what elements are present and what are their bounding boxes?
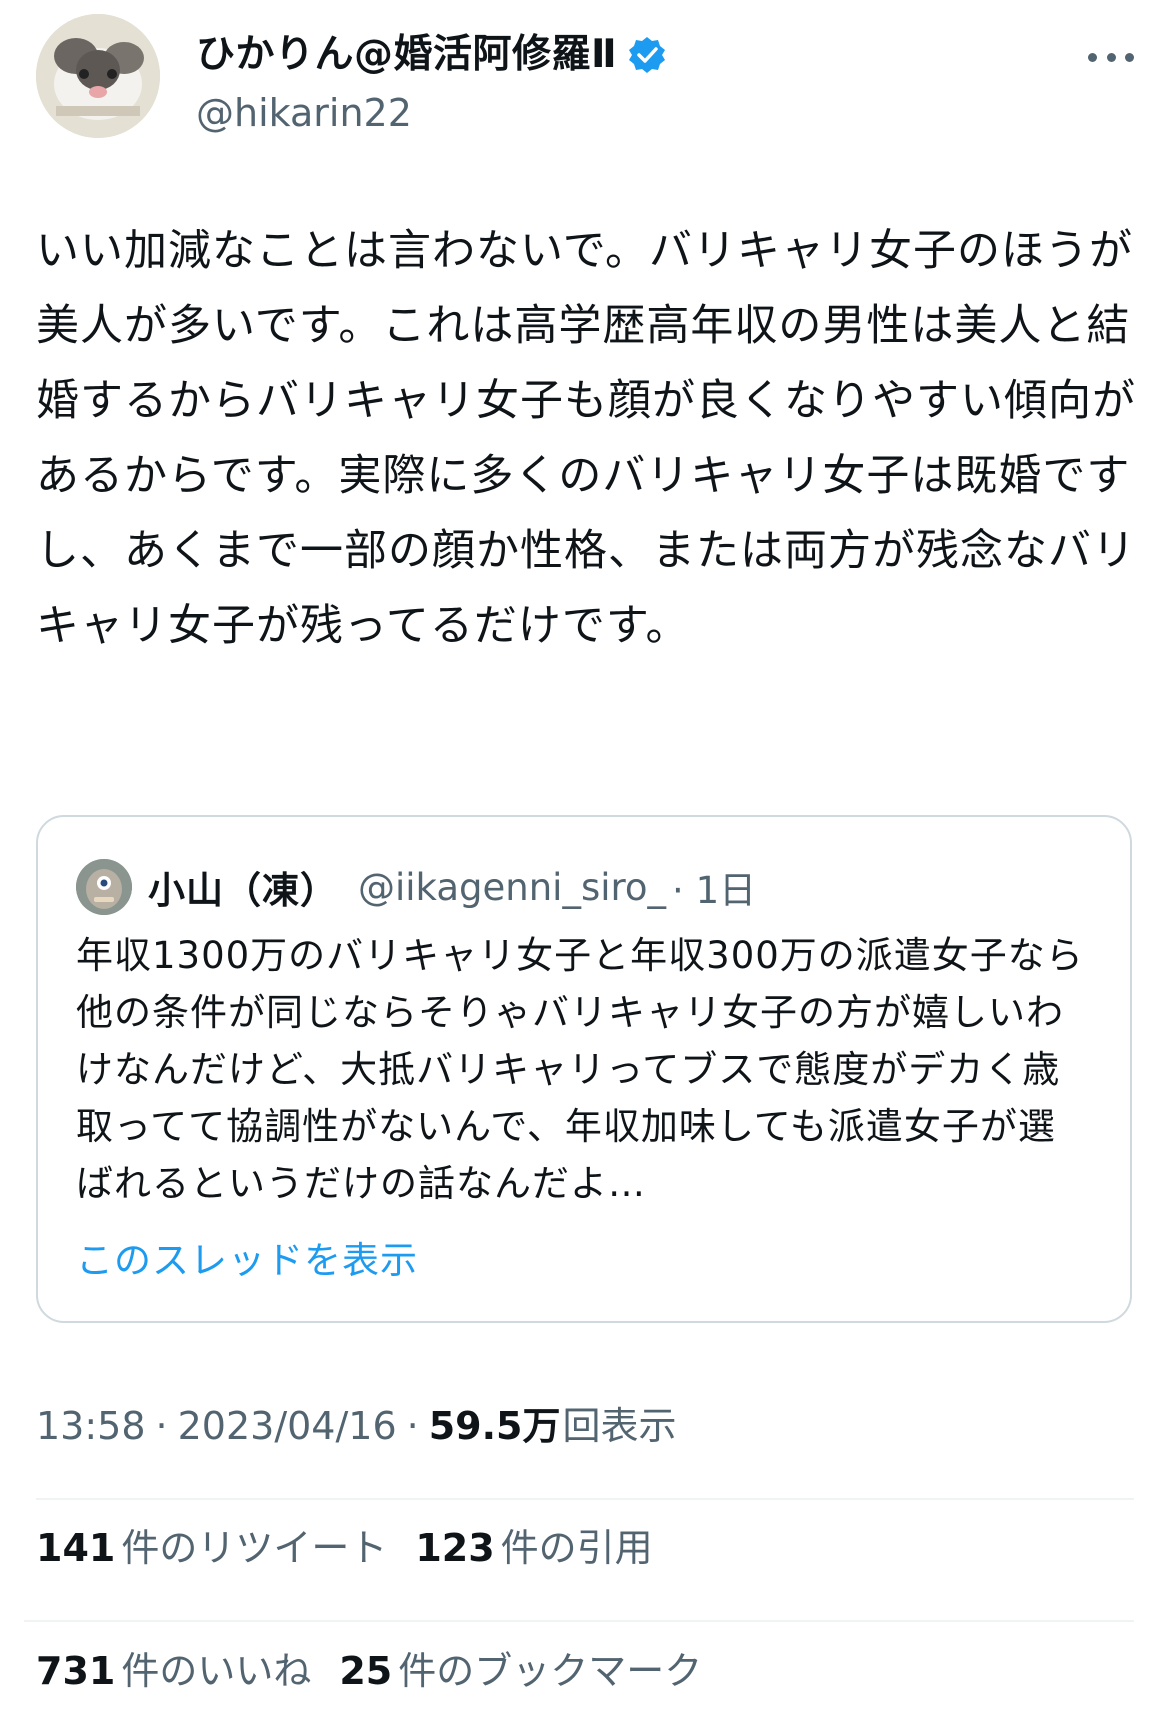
likes-stat[interactable]: 731 件のいいね bbox=[36, 1640, 311, 1695]
quoted-tweet-age: · 1日 bbox=[672, 869, 757, 912]
retweets-label: 件のリツイート bbox=[121, 1526, 388, 1570]
bookmarks-label: 件のブックマーク bbox=[398, 1649, 703, 1693]
author-name-row: ひかりん@婚活阿修羅Ⅱ bbox=[196, 32, 667, 78]
quoted-tweet-text: 年収1300万のバリキャリ女子と年収300万の派遣女子なら他の条件が同じならそり… bbox=[76, 934, 1084, 1205]
tweet-text: いい加減なことは言わないで。バリキャリ女子のほうが美人が多いです。これは高学歴高… bbox=[36, 226, 1136, 651]
stats-row-2: 731 件のいいね 25 件のブックマーク bbox=[36, 1640, 730, 1695]
show-thread-link[interactable]: このスレッドを表示 bbox=[76, 1230, 418, 1284]
author-display-name[interactable]: ひかりん@婚活阿修羅Ⅱ bbox=[196, 32, 617, 78]
quoted-tweet-header: 小山（凍） @iikagenni_siro_ · 1日 bbox=[76, 859, 756, 915]
quoted-author-name: 小山（凍） bbox=[148, 869, 338, 912]
likes-count: 731 bbox=[36, 1649, 116, 1693]
views-label: 回表示 bbox=[562, 1404, 677, 1448]
quoted-author-handle: @iikagenni_siro_ bbox=[358, 865, 667, 909]
views-count: 59.5万 bbox=[428, 1404, 561, 1448]
retweets-count: 141 bbox=[36, 1526, 116, 1570]
verified-badge-icon bbox=[629, 37, 666, 73]
divider bbox=[24, 1620, 1134, 1622]
tweet-date[interactable]: 2023/04/16 bbox=[178, 1404, 397, 1448]
divider bbox=[36, 1498, 1134, 1500]
stats-row-1: 141 件のリツイート 123 件の引用 bbox=[36, 1517, 681, 1572]
quotes-label: 件の引用 bbox=[500, 1526, 653, 1570]
quotes-count: 123 bbox=[415, 1526, 495, 1570]
meta-separator: · bbox=[155, 1404, 168, 1448]
more-options-icon[interactable] bbox=[1088, 50, 1134, 64]
quotes-stat[interactable]: 123 件の引用 bbox=[415, 1517, 652, 1572]
more-dot bbox=[1106, 52, 1116, 62]
tweet-meta: 13:58 · 2023/04/16 · 59.5万 回表示 bbox=[36, 1395, 677, 1450]
quoted-author-avatar bbox=[76, 859, 132, 915]
meta-separator: · bbox=[406, 1404, 419, 1448]
bookmarks-stat[interactable]: 25 件のブックマーク bbox=[339, 1640, 702, 1695]
quoted-tweet-card[interactable]: 小山（凍） @iikagenni_siro_ · 1日 年収1300万のバリキャ… bbox=[36, 815, 1132, 1323]
tweet-time[interactable]: 13:58 bbox=[36, 1404, 146, 1448]
author-handle[interactable]: @hikarin22 bbox=[196, 90, 412, 136]
likes-label: 件のいいね bbox=[121, 1649, 312, 1693]
more-dot bbox=[1125, 52, 1134, 62]
tweet-header: ひかりん@婚活阿修羅Ⅱ @hikarin22 bbox=[36, 14, 1134, 138]
author-avatar[interactable] bbox=[36, 14, 160, 138]
retweets-stat[interactable]: 141 件のリツイート bbox=[36, 1517, 387, 1572]
more-dot bbox=[1088, 52, 1097, 62]
bookmarks-count: 25 bbox=[339, 1649, 393, 1693]
